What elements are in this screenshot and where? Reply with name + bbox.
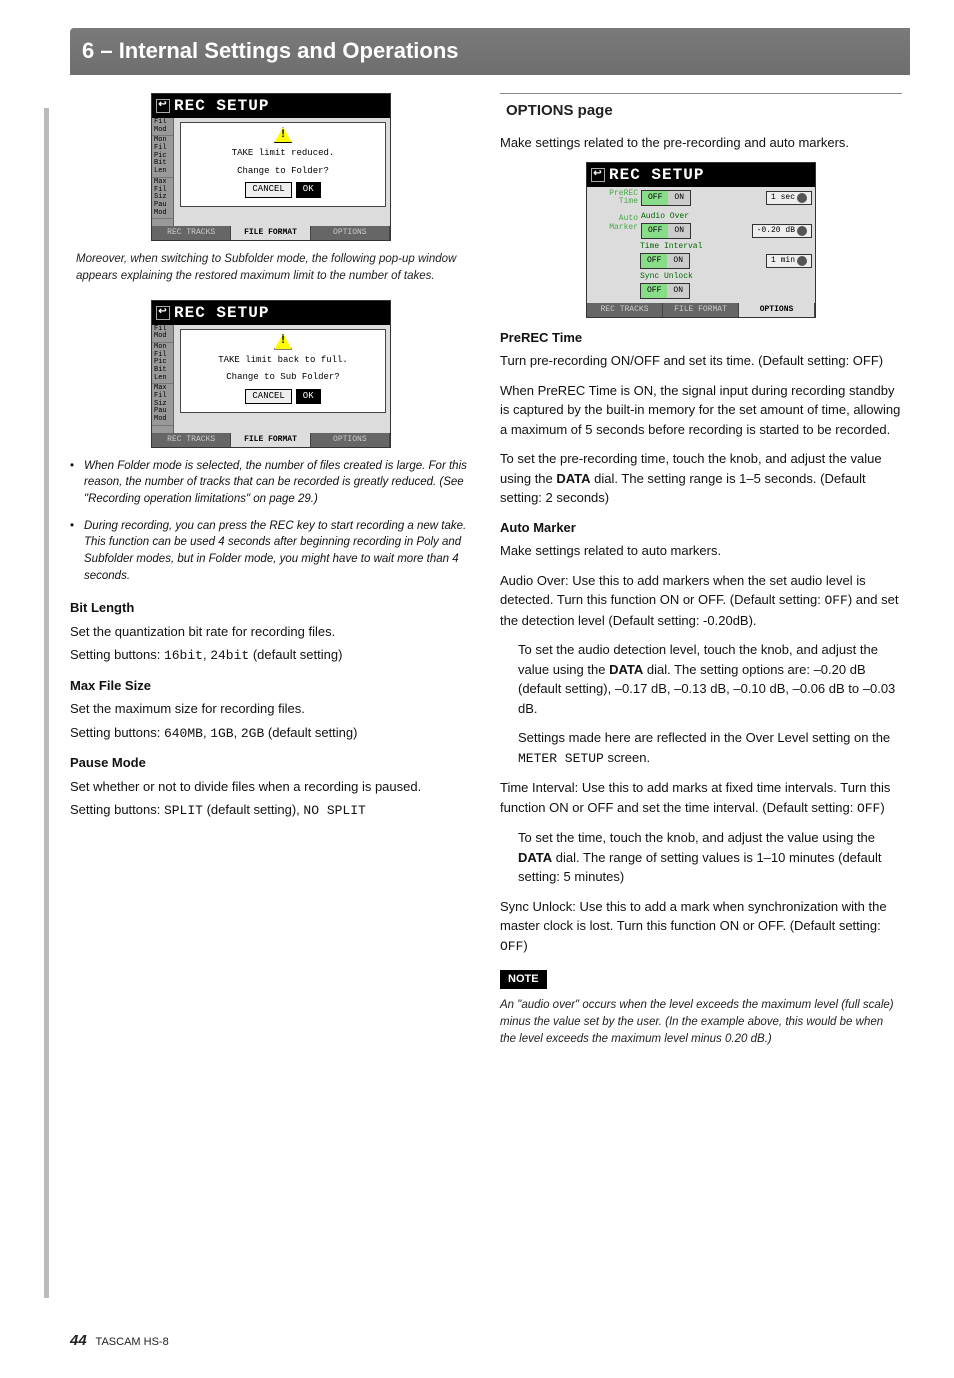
max-file-size-heading: Max File Size	[70, 676, 472, 696]
pause-mode-settings: Setting buttons: SPLIT (default setting)…	[70, 800, 472, 821]
warning-icon: !	[274, 334, 292, 350]
tabs: REC TRACKS FILE FORMAT OPTIONS	[152, 226, 390, 240]
prerec-heading: PreREC Time	[500, 328, 902, 348]
knob-icon	[797, 193, 807, 203]
auto-marker-heading: Auto Marker	[500, 518, 902, 538]
popup-msg-2: Change to Folder?	[237, 165, 329, 179]
off-button[interactable]: OFF	[642, 191, 668, 205]
tabs: REC TRACKS FILE FORMAT OPTIONS	[587, 303, 815, 317]
tab-file-format[interactable]: FILE FORMAT	[663, 303, 739, 317]
side-labels: Fil Mod Mon Fil Pic Bit Len Max Fil Siz …	[152, 325, 174, 433]
note-body: An "audio over" occurs when the level ex…	[500, 997, 902, 1049]
off-button[interactable]: OFF	[642, 224, 668, 238]
tabs: REC TRACKS FILE FORMAT OPTIONS	[152, 433, 390, 447]
prerec-p3: To set the pre-recording time, touch the…	[500, 449, 902, 508]
max-file-size-settings: Setting buttons: 640MB, 1GB, 2GB (defaul…	[70, 723, 472, 744]
tab-options[interactable]: OPTIONS	[311, 433, 390, 447]
prerec-p1: Turn pre-recording ON/OFF and set its ti…	[500, 351, 902, 371]
on-button[interactable]: ON	[668, 191, 690, 205]
screen-title: REC SETUP	[609, 163, 704, 187]
caption-subfolder: Moreover, when switching to Subfolder mo…	[76, 251, 466, 286]
tab-rec-tracks[interactable]: REC TRACKS	[152, 433, 231, 447]
audio-over-value[interactable]: -0.20 dB	[752, 224, 812, 238]
bit-length-desc: Set the quantization bit rate for record…	[70, 622, 472, 642]
back-arrow-icon: ↩	[156, 306, 170, 320]
on-button[interactable]: ON	[668, 224, 690, 238]
popup-msg-1: TAKE limit back to full.	[218, 354, 348, 368]
time-interval-p1: Time Interval: Use this to add marks at …	[500, 778, 902, 818]
cancel-button[interactable]: CANCEL	[245, 182, 291, 198]
prerec-value[interactable]: 1 sec	[766, 191, 812, 205]
knob-icon	[797, 226, 807, 236]
bit-length-heading: Bit Length	[70, 598, 472, 618]
tab-file-format[interactable]: FILE FORMAT	[231, 433, 310, 447]
back-arrow-icon: ↩	[591, 168, 605, 182]
audio-over-p3: Settings made here are reflected in the …	[518, 728, 902, 768]
back-arrow-icon: ↩	[156, 99, 170, 113]
popup-msg-2: Change to Sub Folder?	[226, 371, 339, 385]
options-section-head: OPTIONS page	[500, 93, 902, 123]
options-intro: Make settings related to the pre-recordi…	[500, 133, 902, 153]
tab-rec-tracks[interactable]: REC TRACKS	[587, 303, 663, 317]
prerec-p2: When PreREC Time is ON, the signal input…	[500, 381, 902, 440]
off-button[interactable]: OFF	[641, 254, 667, 268]
time-interval-p2: To set the time, touch the knob, and adj…	[518, 828, 902, 887]
opt-label-prerec: PreREC Time	[590, 190, 638, 207]
ok-button[interactable]: OK	[296, 389, 321, 405]
cancel-button[interactable]: CANCEL	[245, 389, 291, 405]
auto-marker-intro: Make settings related to auto markers.	[500, 541, 902, 561]
off-button[interactable]: OFF	[641, 284, 667, 298]
chapter-title: 6 – Internal Settings and Operations	[82, 34, 898, 67]
tab-options[interactable]: OPTIONS	[311, 226, 390, 240]
screen-title: REC SETUP	[174, 94, 269, 118]
opt-label-automarker: Auto Marker	[590, 215, 638, 232]
note-item: When Folder mode is selected, the number…	[70, 458, 472, 508]
ok-button[interactable]: OK	[296, 182, 321, 198]
tab-options[interactable]: OPTIONS	[739, 303, 815, 317]
bit-length-settings: Setting buttons: 16bit, 24bit (default s…	[70, 645, 472, 666]
right-column: OPTIONS page Make settings related to th…	[500, 93, 902, 1049]
audio-over-p1: Audio Over: Use this to add markers when…	[500, 571, 902, 631]
screenshot-take-limit-reduced: ↩ REC SETUP Fil Mod Mon Fil Pic Bit Len …	[151, 93, 391, 241]
sub-sync-unlock: Sync Unlock	[590, 271, 812, 283]
sync-unlock-p1: Sync Unlock: Use this to add a mark when…	[500, 897, 902, 957]
options-heading: OPTIONS page	[506, 100, 902, 123]
screenshot-rec-setup-options: ↩ REC SETUP PreREC Time OFFON 1 sec Auto…	[586, 162, 816, 318]
left-column: ↩ REC SETUP Fil Mod Mon Fil Pic Bit Len …	[70, 93, 472, 1049]
margin-stripe	[44, 108, 49, 1298]
popup-msg-1: TAKE limit reduced.	[232, 147, 335, 161]
knob-icon	[797, 256, 807, 266]
on-button[interactable]: ON	[667, 254, 689, 268]
pause-mode-heading: Pause Mode	[70, 753, 472, 773]
audio-over-p2: To set the audio detection level, touch …	[518, 640, 902, 718]
sub-audio-over: Audio Over	[641, 211, 812, 223]
warning-icon: !	[274, 127, 292, 143]
screen-title: REC SETUP	[174, 301, 269, 325]
note-tag: NOTE	[500, 970, 547, 989]
max-file-size-desc: Set the maximum size for recording files…	[70, 699, 472, 719]
page-footer: 44 TASCAM HS-8	[70, 1330, 169, 1353]
page-number: 44	[70, 1332, 87, 1349]
side-labels: Fil Mod Mon Fil Pic Bit Len Max Fil Siz …	[152, 118, 174, 226]
tab-rec-tracks[interactable]: REC TRACKS	[152, 226, 231, 240]
sub-time-interval: Time Interval	[590, 241, 812, 253]
note-list: When Folder mode is selected, the number…	[70, 458, 472, 585]
product-model: TASCAM HS-8	[96, 1336, 169, 1348]
tab-file-format[interactable]: FILE FORMAT	[231, 226, 310, 240]
note-item: During recording, you can press the REC …	[70, 518, 472, 585]
screenshot-take-limit-restored: ↩ REC SETUP Fil Mod Mon Fil Pic Bit Len …	[151, 300, 391, 448]
time-interval-value[interactable]: 1 min	[766, 254, 812, 268]
chapter-header: 6 – Internal Settings and Operations	[70, 28, 910, 75]
on-button[interactable]: ON	[667, 284, 689, 298]
pause-mode-desc: Set whether or not to divide files when …	[70, 777, 472, 797]
